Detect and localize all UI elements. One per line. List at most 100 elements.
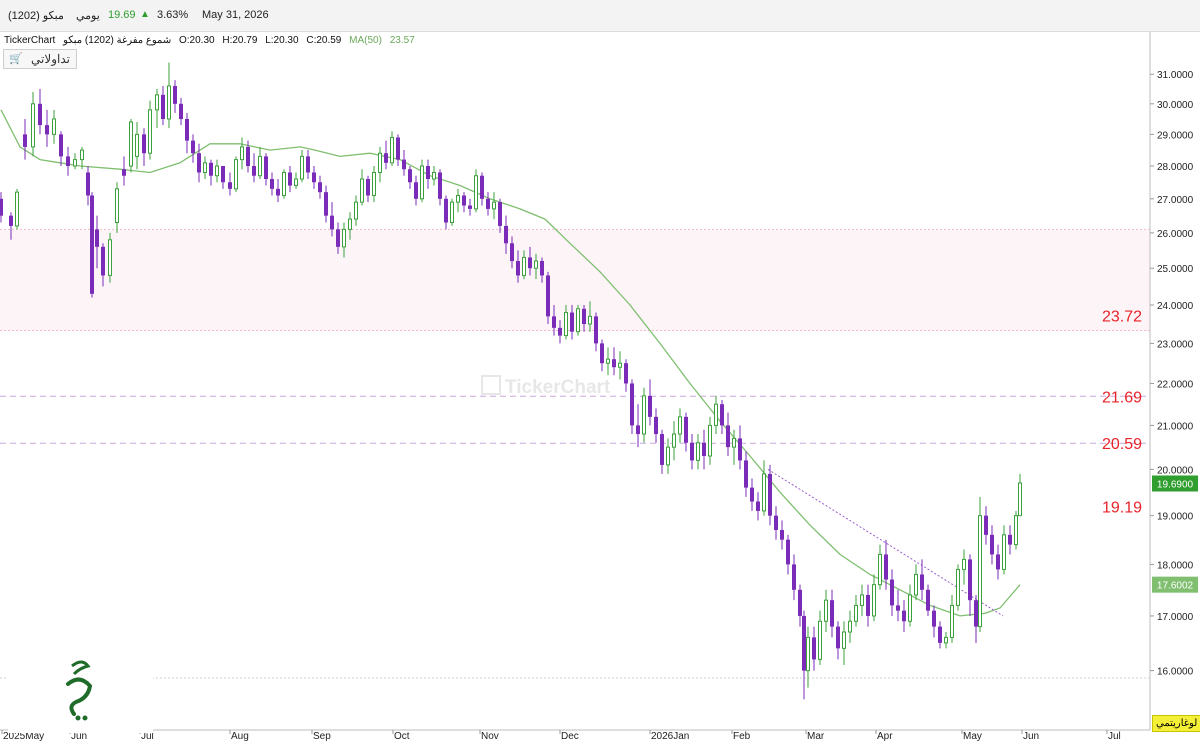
candle-body — [726, 425, 730, 448]
candle-body — [582, 308, 586, 324]
candle-body — [866, 594, 870, 616]
y-tick-label: 24.0000 — [1157, 301, 1194, 312]
x-tick-label: Oct — [394, 731, 410, 741]
candle-body — [854, 604, 858, 622]
level-label: 19.19 — [1102, 500, 1142, 517]
candle-body — [564, 312, 568, 337]
ma-label: MA(50) — [349, 35, 382, 46]
candle-body — [185, 118, 189, 141]
candle-body — [426, 166, 430, 179]
top-info-bar: مبكو (1202) يومي 19.69 ▲ 3.63% May 31, 2… — [0, 0, 1200, 32]
y-tick-label: 28.0000 — [1157, 162, 1194, 173]
candle-body — [444, 198, 448, 223]
candle-body — [312, 172, 316, 183]
candle — [420, 159, 424, 203]
candle-body — [516, 261, 520, 276]
series-label: شموع مفرغة (1202) مبكو — [63, 35, 172, 46]
candle-body — [31, 103, 35, 148]
candle-body — [432, 171, 436, 180]
candle — [234, 156, 238, 193]
candle-body — [528, 257, 532, 269]
candle-body — [366, 178, 370, 196]
candle-body — [540, 261, 544, 276]
candle-body — [1008, 534, 1012, 545]
candle — [978, 496, 982, 632]
candle-body — [774, 515, 778, 531]
candle-body — [372, 171, 376, 196]
candle-body — [612, 359, 616, 368]
open-value: O:20.30 — [179, 35, 215, 46]
y-tick-label: 26.0000 — [1157, 229, 1194, 240]
candle-body — [9, 215, 13, 226]
candle-body — [968, 559, 972, 601]
symbol-name: مبكو (1202) — [8, 10, 64, 22]
candle-body — [792, 564, 796, 590]
tadawulati-button[interactable]: 🛒 تداولاتي — [3, 49, 77, 69]
candle-body — [786, 539, 790, 565]
candle-body — [215, 165, 219, 177]
source-name: TickerChart — [4, 35, 56, 46]
x-tick-label: Aug — [231, 731, 249, 741]
high-value: H:20.79 — [222, 35, 258, 46]
chart-area[interactable]: 23.72 21.69 20.59 19.19 16.0000 17.0000 18.00… — [0, 32, 1200, 742]
candle-body — [926, 589, 930, 611]
y-tick-label: 22.0000 — [1157, 379, 1194, 390]
candle-body — [806, 636, 810, 672]
candle-body — [756, 501, 760, 511]
candle-body — [468, 205, 472, 209]
candle-body — [666, 446, 670, 466]
candle-body — [588, 315, 592, 325]
cart-icon: 🛒 — [9, 53, 23, 65]
candle-body — [830, 600, 834, 627]
y-tick-label: 17.0000 — [1157, 612, 1194, 623]
candle-body — [288, 172, 292, 186]
candle-body — [636, 425, 640, 435]
y-tick-label: 21.0000 — [1157, 421, 1194, 432]
candle-body — [348, 218, 352, 230]
candle-body — [474, 175, 478, 210]
candle-body — [95, 229, 99, 247]
quote-date: May 31, 2026 — [202, 9, 269, 21]
candle-body — [750, 487, 754, 502]
watermark-text: TickerChart — [505, 377, 611, 398]
candle-body — [780, 530, 784, 540]
y-tick-label: 31.0000 — [1157, 70, 1194, 81]
candle-body — [354, 201, 358, 220]
candle-body — [908, 594, 912, 622]
x-tick-label: Sep — [313, 731, 331, 741]
candle-body — [896, 605, 900, 611]
y-tick-label: 27.0000 — [1157, 195, 1194, 206]
candle-body — [270, 178, 274, 189]
ma-price-tag: 17.6002 — [1152, 576, 1198, 593]
candle-body — [122, 169, 126, 176]
log-scale-badge[interactable]: لوغاريتمي — [1152, 715, 1200, 732]
candle-body — [129, 121, 133, 167]
candle-body — [684, 416, 688, 443]
candle-body — [696, 442, 700, 461]
up-arrow-icon: ▲ — [140, 9, 150, 20]
candle-body — [624, 363, 628, 384]
candle-body — [258, 155, 262, 177]
candle-body — [396, 137, 400, 160]
candle-body — [402, 159, 406, 170]
candle-body — [672, 433, 676, 448]
candle — [108, 232, 112, 283]
candle-body — [282, 171, 286, 196]
candle — [148, 100, 152, 160]
x-tick-label: Jul — [1108, 731, 1121, 741]
candle-body — [594, 316, 598, 344]
candle — [576, 305, 580, 336]
candle-body — [197, 153, 201, 173]
candle-body — [974, 600, 978, 627]
candle-body — [546, 275, 550, 317]
candle-body — [978, 515, 982, 628]
candle-body — [738, 438, 742, 461]
candle — [546, 271, 550, 324]
last-price: 19.69 — [108, 9, 136, 21]
candle-body — [135, 133, 139, 157]
candle-body — [384, 153, 388, 163]
candle-body — [90, 195, 94, 294]
x-tick-label: 2026Jan — [651, 731, 689, 741]
price-chart[interactable]: 23.72 21.69 20.59 19.19 16.0000 17.0000 18.00… — [0, 32, 1200, 742]
candle-body — [240, 146, 244, 161]
